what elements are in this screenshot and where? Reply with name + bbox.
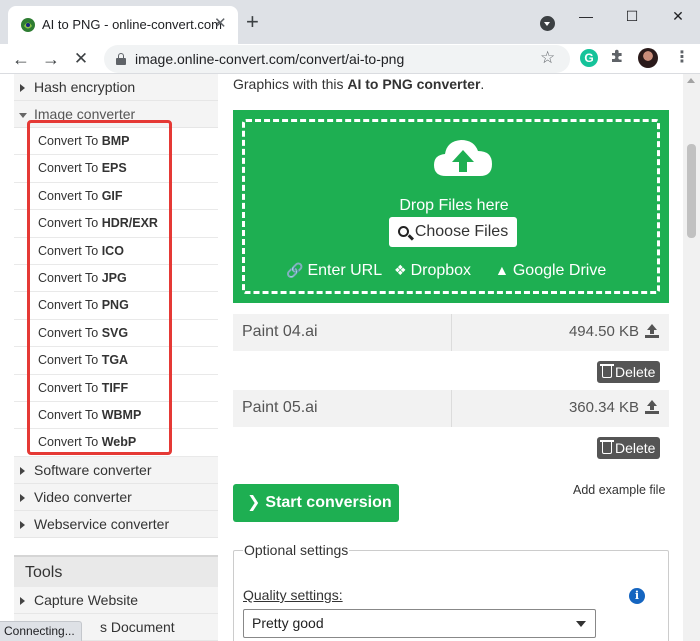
upload-sources: 🔗 Enter URL ❖ Dropbox ▲ Google Drive: [245, 262, 663, 286]
bookmark-star-icon[interactable]: ☆: [540, 48, 555, 68]
choose-files-button[interactable]: Choose Files: [389, 217, 517, 247]
converter-sidebar: Hash encryption Image converter Convert …: [14, 74, 218, 538]
tab-search-icon[interactable]: [540, 16, 555, 31]
new-tab-button[interactable]: +: [246, 10, 259, 34]
convert-to-gif-link[interactable]: Convert To GIF: [14, 183, 218, 211]
address-bar[interactable]: image.online-convert.com/convert/ai-to-p…: [104, 45, 570, 73]
convert-to-ico-link[interactable]: Convert To ICO: [14, 238, 218, 265]
file-name: Paint 05.ai: [242, 399, 318, 416]
lock-icon[interactable]: [116, 53, 126, 65]
sidebar-item-label: Webservice converter: [34, 515, 170, 532]
expand-arrow-icon: [20, 520, 25, 529]
file-row: Paint 05.ai 360.34 KB: [233, 390, 669, 427]
column-divider: [451, 314, 452, 351]
window-minimize-button[interactable]: —: [576, 6, 596, 26]
sidebar-item-software-converter[interactable]: Software converter: [14, 456, 218, 484]
sidebar-item-label: Hash encryption: [34, 79, 136, 95]
tab-title: AI to PNG - online-convert.com: [42, 17, 222, 32]
expand-arrow-icon: [20, 466, 25, 475]
sidebar-item-image-converter[interactable]: Image converter: [14, 101, 218, 128]
extensions-puzzle-icon[interactable]: [609, 47, 627, 65]
browser-toolbar: ← → ✕ image.online-convert.com/convert/a…: [0, 44, 700, 74]
google-drive-button[interactable]: ▲ Google Drive: [495, 262, 606, 280]
link-icon: 🔗: [286, 262, 304, 278]
sidebar-item-label: Software converter: [34, 461, 152, 478]
sidebar-item-video-converter[interactable]: Video converter: [14, 483, 218, 511]
window-maximize-button[interactable]: ☐: [622, 6, 642, 26]
sidebar-item-webservice-converter[interactable]: Webservice converter: [14, 510, 218, 538]
convert-to-webp-link[interactable]: Convert To WebP: [14, 429, 218, 457]
scroll-up-icon[interactable]: [687, 78, 695, 83]
trash-icon: [600, 364, 614, 378]
dropzone-dashed-border[interactable]: Drop Files here Choose Files 🔗 Enter URL …: [242, 119, 660, 294]
sidebar-item-hash-encryption[interactable]: Hash encryption: [14, 74, 218, 101]
expand-arrow-icon: [20, 493, 25, 502]
site-favicon-icon: [21, 18, 35, 32]
tab-close-icon[interactable]: ✕: [214, 15, 227, 33]
file-actions-row: Delete: [233, 351, 669, 390]
browser-tab-bar: AI to PNG - online-convert.com ✕ + — ☐ ✕: [0, 0, 700, 44]
file-name: Paint 04.ai: [242, 323, 318, 340]
file-dropzone[interactable]: Drop Files here Choose Files 🔗 Enter URL …: [233, 110, 669, 303]
profile-avatar[interactable]: [638, 48, 658, 68]
image-converter-list: Convert To BMP Convert To EPS Convert To…: [14, 128, 218, 457]
search-icon: [397, 226, 409, 237]
window-close-button[interactable]: ✕: [668, 6, 688, 26]
sidebar-item-label: Capture Website: [34, 592, 139, 608]
collapse-arrow-icon: [19, 113, 27, 118]
dropbox-icon: ❖: [394, 262, 407, 278]
trash-icon: [600, 440, 614, 454]
sidebar-item-label: Video converter: [34, 488, 132, 505]
convert-to-hdr-exr-link[interactable]: Convert To HDR/EXR: [14, 210, 218, 238]
drop-files-text: Drop Files here: [399, 197, 509, 214]
convert-to-tiff-link[interactable]: Convert To TIFF: [14, 375, 218, 402]
convert-to-png-link[interactable]: Convert To PNG: [14, 292, 218, 320]
browser-menu-icon[interactable]: ⋮: [674, 47, 690, 67]
google-drive-icon: ▲: [495, 262, 509, 278]
expand-arrow-icon: [20, 597, 25, 605]
file-size: 360.34 KB: [568, 399, 639, 416]
url-text[interactable]: image.online-convert.com/convert/ai-to-p…: [135, 51, 404, 67]
convert-to-bmp-link[interactable]: Convert To BMP: [14, 128, 218, 156]
enter-url-button[interactable]: 🔗 Enter URL: [286, 262, 382, 280]
cloud-upload-icon: [434, 140, 492, 176]
chevron-down-icon: [576, 621, 586, 627]
convert-to-wbmp-link[interactable]: Convert To WBMP: [14, 402, 218, 430]
info-icon[interactable]: i: [629, 588, 645, 604]
optional-settings-panel: Optional settings Quality settings: i Pr…: [233, 542, 669, 641]
browser-tab[interactable]: AI to PNG - online-convert.com ✕: [8, 6, 238, 44]
convert-to-tga-link[interactable]: Convert To TGA: [14, 347, 218, 375]
sidebar-item-label: Image converter: [34, 106, 136, 122]
quality-settings-label: Quality settings:: [243, 587, 343, 603]
start-conversion-button[interactable]: ❯ Start conversion: [233, 484, 399, 522]
convert-to-eps-link[interactable]: Convert To EPS: [14, 155, 218, 183]
file-actions-row: Delete: [233, 427, 669, 466]
column-divider: [451, 390, 452, 427]
status-bubble: Connecting...: [0, 621, 82, 641]
add-example-file-link[interactable]: Add example file: [573, 483, 665, 497]
stop-loading-icon[interactable]: ✕: [70, 48, 92, 70]
convert-to-svg-link[interactable]: Convert To SVG: [14, 320, 218, 348]
dropbox-button[interactable]: ❖ Dropbox: [394, 262, 471, 280]
upload-icon[interactable]: [645, 324, 659, 339]
delete-file-button[interactable]: Delete: [597, 437, 660, 459]
convert-to-jpg-link[interactable]: Convert To JPG: [14, 265, 218, 293]
sidebar-item-capture-website[interactable]: Capture Website: [14, 587, 218, 614]
expand-arrow-icon: [20, 84, 25, 92]
intro-text: Graphics with this AI to PNG converter.: [233, 76, 485, 92]
chevron-right-icon: ❯: [247, 494, 261, 511]
page-scrollbar[interactable]: [683, 74, 700, 641]
forward-arrow-icon[interactable]: →: [40, 48, 62, 70]
tools-section-header: Tools: [14, 555, 218, 587]
scrollbar-thumb[interactable]: [687, 144, 696, 238]
quality-select[interactable]: Pretty good: [243, 609, 596, 638]
upload-icon[interactable]: [645, 400, 659, 415]
file-size: 494.50 KB: [568, 323, 639, 340]
back-arrow-icon[interactable]: ←: [10, 48, 32, 70]
file-row: Paint 04.ai 494.50 KB: [233, 314, 669, 351]
optional-settings-legend: Optional settings: [243, 542, 350, 558]
grammarly-extension-icon[interactable]: G: [580, 49, 598, 67]
delete-file-button[interactable]: Delete: [597, 361, 660, 383]
